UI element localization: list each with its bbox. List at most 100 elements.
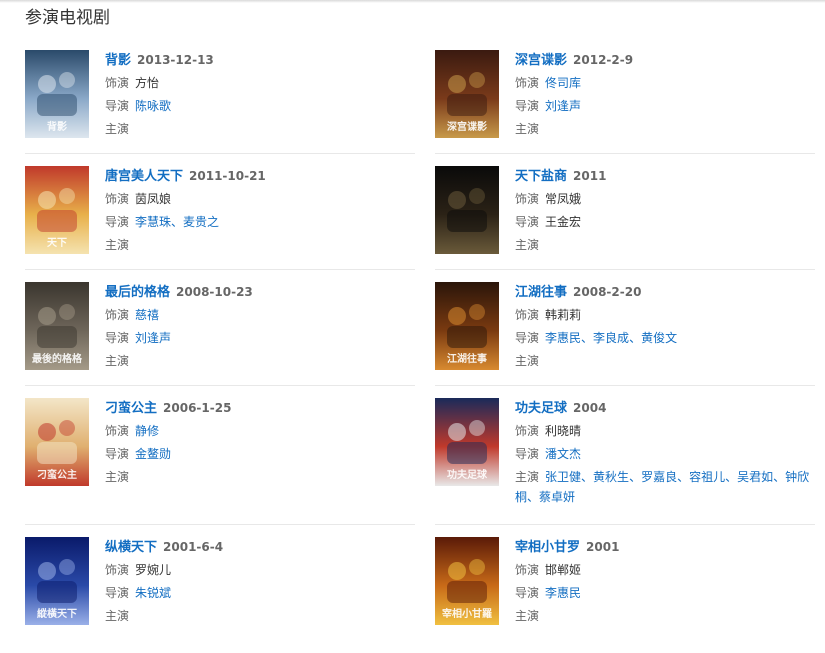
drama-date: 2012-2-9 <box>573 53 634 67</box>
drama-date: 2001-6-4 <box>163 540 224 554</box>
drama-poster[interactable]: 天下 <box>25 166 89 254</box>
role-label: 饰演 <box>515 563 540 577</box>
director-label: 导演 <box>105 331 130 345</box>
cast-label: 主演 <box>515 609 540 623</box>
cast-name[interactable]: 罗嘉良 <box>641 470 677 484</box>
drama-title-link[interactable]: 江湖往事 <box>515 285 567 300</box>
drama-title-link[interactable]: 纵横天下 <box>105 540 157 555</box>
drama-title-link[interactable]: 唐宫美人天下 <box>105 169 183 184</box>
role-value: 韩莉莉 <box>545 308 582 322</box>
drama-info: 功夫足球 2004 饰演 利晓晴 导演 潘文杰 主演 张卫健、黄秋生、罗嘉良、容祖儿、吴君如、… <box>515 398 819 507</box>
drama-title-link[interactable]: 功夫足球 <box>515 401 567 416</box>
cast-row: 主演 <box>515 351 819 371</box>
drama-poster[interactable]: 功夫足球 <box>435 398 499 486</box>
drama-poster[interactable] <box>435 166 499 254</box>
director-name[interactable]: 刘逢声 <box>545 99 581 113</box>
cast-row: 主演 <box>515 606 819 626</box>
drama-info: 最后的格格 2008-10-23 饰演 慈禧 导演 刘逢声 主演 <box>105 282 409 371</box>
director-name[interactable]: 麦贵之 <box>183 215 219 229</box>
cast-label: 主演 <box>105 238 130 252</box>
role-label: 饰演 <box>105 308 130 322</box>
drama-date: 2001 <box>586 540 620 554</box>
cast-row: 主演 <box>105 467 409 487</box>
drama-item: 背影 背影 2013-12-13 饰演 方怡 导演 陈咏歌 主演 <box>25 50 415 166</box>
role-value[interactable]: 慈禧 <box>135 308 159 322</box>
director-row: 导演 朱锐斌 <box>105 583 409 603</box>
drama-info: 背影 2013-12-13 饰演 方怡 导演 陈咏歌 主演 <box>105 50 409 139</box>
role-value[interactable]: 静修 <box>135 424 159 438</box>
director-name[interactable]: 李良成 <box>593 331 629 345</box>
cast-name[interactable]: 吴君如 <box>737 470 773 484</box>
director-name[interactable]: 黄俊文 <box>641 331 677 345</box>
drama-poster[interactable]: 宰相小甘羅 <box>435 537 499 625</box>
director-name: 王金宏 <box>545 215 582 229</box>
drama-poster[interactable]: 縱橫天下 <box>25 537 89 625</box>
drama-poster[interactable]: 背影 <box>25 50 89 138</box>
drama-title-link[interactable]: 背影 <box>105 53 131 68</box>
director-name[interactable]: 李慧珠 <box>135 215 171 229</box>
director-name[interactable]: 刘逢声 <box>135 331 171 345</box>
name-separator: 、 <box>677 470 690 484</box>
name-separator: 、 <box>527 490 540 504</box>
drama-poster[interactable]: 刁蛮公主 <box>25 398 89 486</box>
director-name[interactable]: 李惠民 <box>545 586 581 600</box>
drama-poster[interactable]: 江湖往事 <box>435 282 499 370</box>
section-title: 参演电视剧 <box>25 8 110 28</box>
director-name[interactable]: 潘文杰 <box>545 447 581 461</box>
cast-row: 主演 <box>515 119 819 139</box>
director-name[interactable]: 陈咏歌 <box>135 99 171 113</box>
cast-row: 主演 张卫健、黄秋生、罗嘉良、容祖儿、吴君如、钟欣桐、蔡卓妍 <box>515 467 819 507</box>
row-divider <box>435 153 815 154</box>
drama-title-link[interactable]: 宰相小甘罗 <box>515 540 580 555</box>
svg-text:深宫谍影: 深宫谍影 <box>447 120 487 133</box>
director-name[interactable]: 朱锐斌 <box>135 586 171 600</box>
cast-row: 主演 <box>105 119 409 139</box>
director-name[interactable]: 李惠民 <box>545 331 581 345</box>
drama-title-line: 唐宫美人天下 2011-10-21 <box>105 166 409 186</box>
drama-date: 2006-1-25 <box>163 401 232 415</box>
director-row: 导演 陈咏歌 <box>105 96 409 116</box>
drama-info: 纵横天下 2001-6-4 饰演 罗婉儿 导演 朱锐斌 主演 <box>105 537 409 626</box>
director-label: 导演 <box>105 215 130 229</box>
cast-label: 主演 <box>105 609 130 623</box>
role-row: 饰演 慈禧 <box>105 305 409 325</box>
cast-name[interactable]: 张卫健 <box>545 470 581 484</box>
cast-name[interactable]: 蔡卓妍 <box>539 490 575 504</box>
drama-title-link[interactable]: 深宫谍影 <box>515 53 567 68</box>
drama-item: 天下 唐宫美人天下 2011-10-21 饰演 茵凤娘 导演 李慧珠、麦贵之 主演 <box>25 166 415 282</box>
drama-info: 深宫谍影 2012-2-9 饰演 佟司库 导演 刘逢声 主演 <box>515 50 819 139</box>
role-label: 饰演 <box>105 76 130 90</box>
name-separator: 、 <box>725 470 738 484</box>
row-divider <box>435 385 815 386</box>
drama-info: 宰相小甘罗 2001 饰演 邯郸姬 导演 李惠民 主演 <box>515 537 819 626</box>
row-divider <box>25 269 415 270</box>
drama-title-link[interactable]: 最后的格格 <box>105 285 170 300</box>
drama-title-link[interactable]: 刁蛮公主 <box>105 401 157 416</box>
svg-text:天下: 天下 <box>47 237 67 249</box>
cast-name[interactable]: 容祖儿 <box>689 470 725 484</box>
director-name[interactable]: 金鳌勋 <box>135 447 171 461</box>
svg-text:縱橫天下: 縱橫天下 <box>37 607 77 620</box>
name-separator: 、 <box>581 470 594 484</box>
row-divider <box>435 269 815 270</box>
director-row: 导演 王金宏 <box>515 212 819 232</box>
drama-poster[interactable]: 深宫谍影 <box>435 50 499 138</box>
drama-title-link[interactable]: 天下盐商 <box>515 169 567 184</box>
drama-poster[interactable]: 最後的格格 <box>25 282 89 370</box>
drama-title-line: 功夫足球 2004 <box>515 398 819 418</box>
drama-item: 縱橫天下 纵横天下 2001-6-4 饰演 罗婉儿 导演 朱锐斌 主演 <box>25 537 415 653</box>
role-label: 饰演 <box>105 424 130 438</box>
name-separator: 、 <box>629 331 642 345</box>
director-row: 导演 李惠民、李良成、黄俊文 <box>515 328 819 348</box>
name-separator: 、 <box>581 331 594 345</box>
role-value[interactable]: 佟司库 <box>545 76 581 90</box>
drama-info: 刁蛮公主 2006-1-25 饰演 静修 导演 金鳌勋 主演 <box>105 398 409 487</box>
role-label: 饰演 <box>515 424 540 438</box>
drama-date: 2008-10-23 <box>176 285 253 299</box>
director-row: 导演 刘逢声 <box>515 96 819 116</box>
cast-label: 主演 <box>105 470 130 484</box>
row-divider <box>25 385 415 386</box>
director-row: 导演 李慧珠、麦贵之 <box>105 212 409 232</box>
cast-name[interactable]: 黄秋生 <box>593 470 629 484</box>
drama-info: 江湖往事 2008-2-20 饰演 韩莉莉 导演 李惠民、李良成、黄俊文 主演 <box>515 282 819 371</box>
